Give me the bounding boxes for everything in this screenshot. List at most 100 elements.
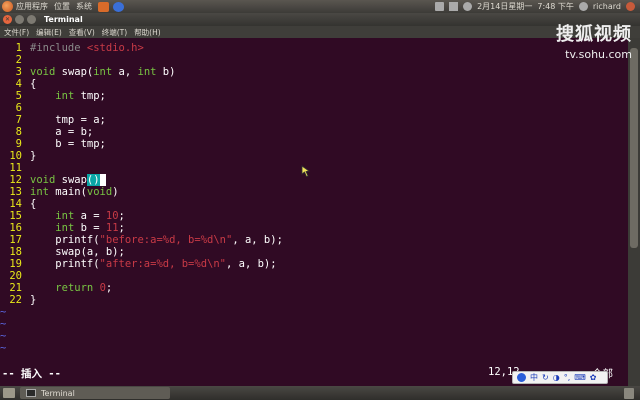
line-number: 3 (15, 66, 22, 78)
code-line: 4{ (0, 78, 37, 90)
code-line: 14 { (0, 198, 36, 210)
code-token: ) (112, 186, 119, 198)
line-code: void swap(int a, int b) (30, 66, 175, 78)
menu-help[interactable]: 帮助(H) (134, 27, 161, 38)
ime-toolbar[interactable]: 中 ↻ ◑ °, ⌨ ✿ (512, 371, 608, 384)
window-titlebar[interactable]: ✕ Terminal (0, 13, 640, 26)
trash-icon[interactable] (624, 387, 634, 399)
minimize-window-button[interactable] (15, 15, 24, 24)
ubuntu-logo-icon[interactable] (2, 1, 13, 12)
code-token: void (86, 186, 113, 198)
bottom-panel: Terminal (0, 386, 640, 400)
code-token: ; (105, 282, 113, 294)
time-label[interactable]: 7:48 下午 (537, 1, 574, 12)
menu-system[interactable]: 系统 (76, 1, 92, 12)
line-code: { (30, 198, 36, 210)
code-token: swap (55, 174, 87, 186)
code-token: b = (74, 222, 106, 234)
line-number: 18 (9, 246, 22, 258)
taskbar-item-terminal[interactable]: Terminal (20, 387, 170, 399)
code-token: int (30, 186, 49, 198)
code-token: main( (48, 186, 87, 198)
ime-language-toggle[interactable]: 中 (530, 372, 538, 383)
power-icon[interactable] (626, 2, 635, 11)
network-icon[interactable] (435, 2, 445, 11)
code-token: printf( (30, 234, 100, 246)
close-window-button[interactable]: ✕ (3, 15, 12, 24)
code-token: a, (112, 66, 138, 78)
code-token: #include (30, 42, 87, 54)
code-token: b = tmp; (30, 138, 106, 150)
line-number: 12 (9, 174, 22, 186)
code-token: "after:a=%d, b=%d\n" (99, 258, 226, 270)
terminal-area[interactable]: -- 插入 -- 12,12 全部 1#include <stdio.h>23v… (0, 38, 628, 386)
line-number: 17 (9, 234, 22, 246)
ime-halfwidth-icon[interactable]: ◑ (553, 373, 560, 382)
volume-icon[interactable] (463, 2, 473, 11)
menu-places[interactable]: 位置 (54, 1, 70, 12)
show-desktop-icon[interactable] (3, 388, 15, 398)
terminal-scrollbar[interactable] (628, 38, 640, 386)
line-number: 13 (9, 186, 22, 198)
code-token: 10 (105, 210, 119, 222)
ime-dot-icon[interactable]: °, (564, 373, 571, 382)
taskbar-item-label: Terminal (41, 388, 75, 398)
code-token: , a, b); (225, 258, 277, 270)
user-name[interactable]: richard (593, 2, 621, 11)
mail-icon[interactable] (449, 2, 459, 11)
line-number: 8 (15, 126, 22, 138)
code-token: swap( (55, 66, 94, 78)
menu-edit[interactable]: 编辑(E) (36, 27, 62, 38)
code-line: 2 (0, 54, 30, 66)
ime-settings-icon[interactable]: ✿ (590, 373, 597, 382)
firefox-icon[interactable] (98, 1, 109, 12)
menu-terminal[interactable]: 终端(T) (102, 27, 127, 38)
code-line: 1 #include <stdio.h> (0, 42, 144, 54)
scrollbar-thumb[interactable] (630, 48, 638, 248)
line-number: 21 (9, 282, 22, 294)
line-code: b = tmp; (30, 138, 106, 150)
code-token: 11 (105, 222, 119, 234)
top-panel: 应用程序 位置 系统 2月14日星期一 7:48 下午 richard (0, 0, 640, 13)
menu-view[interactable]: 查看(V) (69, 27, 95, 38)
code-token: swap(a, b); (30, 246, 125, 258)
line-number: 7 (15, 114, 22, 126)
code-token: void (30, 174, 56, 186)
code-token: { (30, 78, 37, 90)
code-token: } (30, 150, 37, 162)
code-line: 19 printf("after:a=%d, b=%d\n", a, b); (0, 258, 277, 270)
help-icon[interactable] (113, 1, 124, 12)
window-title: Terminal (44, 15, 83, 24)
text-cursor (99, 174, 106, 186)
ime-logo-icon[interactable] (517, 373, 526, 382)
line-number: 1 (15, 42, 22, 54)
menu-file[interactable]: 文件(F) (4, 27, 29, 38)
code-token: int (93, 66, 113, 78)
code-line: 18 swap(a, b); (0, 246, 125, 258)
code-token: b) (156, 66, 176, 78)
ime-keyboard-icon[interactable]: ⌨ (574, 373, 586, 382)
code-token: { (30, 198, 37, 210)
code-token: a = (74, 210, 106, 222)
code-line: 8 a = b; (0, 126, 94, 138)
code-token: int (55, 90, 75, 102)
line-code: return 0; (30, 282, 112, 294)
code-line: 6 (0, 102, 30, 114)
line-code: tmp = a; (30, 114, 106, 126)
watermark-url: tv.sohu.com (565, 48, 632, 61)
ime-punct-icon[interactable]: ↻ (542, 373, 549, 382)
code-line: 15 int a = 10; (0, 210, 125, 222)
line-number: 10 (9, 150, 22, 162)
menu-applications[interactable]: 应用程序 (16, 1, 48, 12)
line-code: a = b; (30, 126, 93, 138)
code-token: return (55, 282, 94, 294)
line-code: void swap() (30, 174, 106, 186)
code-token: ; (118, 210, 125, 222)
empty-buffer-line: ~ (0, 330, 7, 342)
date-label[interactable]: 2月14日星期一 (477, 1, 532, 12)
code-line: 10} (0, 150, 36, 162)
maximize-window-button[interactable] (27, 15, 36, 24)
code-token: , a, b); (232, 234, 283, 246)
